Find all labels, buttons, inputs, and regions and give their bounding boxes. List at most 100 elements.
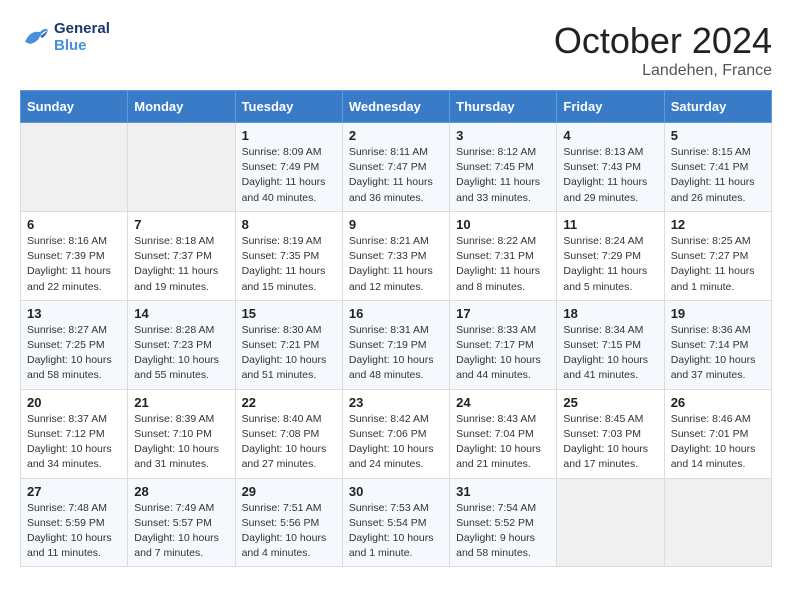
- day-number: 23: [349, 395, 443, 410]
- day-info: Sunrise: 8:25 AMSunset: 7:27 PMDaylight:…: [671, 235, 755, 293]
- calendar-cell: 22 Sunrise: 8:40 AMSunset: 7:08 PMDayligh…: [235, 389, 342, 478]
- day-info: Sunrise: 8:37 AMSunset: 7:12 PMDaylight:…: [27, 413, 112, 471]
- day-number: 25: [563, 395, 657, 410]
- calendar-table: SundayMondayTuesdayWednesdayThursdayFrid…: [20, 90, 772, 567]
- calendar-cell: 7 Sunrise: 8:18 AMSunset: 7:37 PMDaylight…: [128, 211, 235, 300]
- calendar-cell: 18Sunrise: 8:34 AMSunset: 7:15 PMDayligh…: [557, 300, 664, 389]
- calendar-header-monday: Monday: [128, 91, 235, 123]
- day-info: Sunrise: 7:49 AMSunset: 5:57 PMDaylight:…: [134, 502, 219, 560]
- logo: General Blue: [20, 20, 110, 54]
- day-info: Sunrise: 7:53 AMSunset: 5:54 PMDaylight:…: [349, 502, 434, 560]
- day-info: Sunrise: 7:48 AMSunset: 5:59 PMDaylight:…: [27, 502, 112, 560]
- calendar-cell: 17 Sunrise: 8:33 AMSunset: 7:17 PMDayligh…: [450, 300, 557, 389]
- day-number: 24: [456, 395, 550, 410]
- calendar-cell: 21Sunrise: 8:39 AMSunset: 7:10 PMDayligh…: [128, 389, 235, 478]
- calendar-cell: 8 Sunrise: 8:19 AMSunset: 7:35 PMDaylight…: [235, 211, 342, 300]
- calendar-week-2: 6 Sunrise: 8:16 AMSunset: 7:39 PMDaylight…: [21, 211, 772, 300]
- calendar-cell: 20 Sunrise: 8:37 AMSunset: 7:12 PMDayligh…: [21, 389, 128, 478]
- calendar-cell: 23 Sunrise: 8:42 AMSunset: 7:06 PMDayligh…: [342, 389, 449, 478]
- day-info: Sunrise: 8:28 AMSunset: 7:23 PMDaylight:…: [134, 324, 219, 382]
- calendar-cell: [557, 478, 664, 567]
- calendar-header-thursday: Thursday: [450, 91, 557, 123]
- day-info: Sunrise: 7:54 AMSunset: 5:52 PMDaylight:…: [456, 502, 536, 560]
- day-number: 3: [456, 128, 550, 143]
- day-number: 17: [456, 306, 550, 321]
- calendar-cell: 15 Sunrise: 8:30 AMSunset: 7:21 PMDayligh…: [235, 300, 342, 389]
- calendar-cell: 13 Sunrise: 8:27 AMSunset: 7:25 PMDayligh…: [21, 300, 128, 389]
- calendar-week-4: 20 Sunrise: 8:37 AMSunset: 7:12 PMDayligh…: [21, 389, 772, 478]
- calendar-body: 1 Sunrise: 8:09 AMSunset: 7:49 PMDaylight…: [21, 123, 772, 567]
- day-number: 28: [134, 484, 228, 499]
- calendar-cell: 1 Sunrise: 8:09 AMSunset: 7:49 PMDaylight…: [235, 123, 342, 212]
- calendar-week-3: 13 Sunrise: 8:27 AMSunset: 7:25 PMDayligh…: [21, 300, 772, 389]
- calendar-cell: 19 Sunrise: 8:36 AMSunset: 7:14 PMDayligh…: [664, 300, 771, 389]
- day-number: 11: [563, 217, 657, 232]
- calendar-cell: 24 Sunrise: 8:43 AMSunset: 7:04 PMDayligh…: [450, 389, 557, 478]
- day-info: Sunrise: 8:43 AMSunset: 7:04 PMDaylight:…: [456, 413, 541, 471]
- day-number: 2: [349, 128, 443, 143]
- calendar-cell: 3 Sunrise: 8:12 AMSunset: 7:45 PMDaylight…: [450, 123, 557, 212]
- day-number: 22: [242, 395, 336, 410]
- day-number: 10: [456, 217, 550, 232]
- day-info: Sunrise: 8:42 AMSunset: 7:06 PMDaylight:…: [349, 413, 434, 471]
- logo-text: General Blue: [54, 20, 110, 54]
- day-info: Sunrise: 8:15 AMSunset: 7:41 PMDaylight:…: [671, 146, 755, 204]
- calendar-week-1: 1 Sunrise: 8:09 AMSunset: 7:49 PMDaylight…: [21, 123, 772, 212]
- calendar-cell: 31 Sunrise: 7:54 AMSunset: 5:52 PMDayligh…: [450, 478, 557, 567]
- day-info: Sunrise: 8:24 AMSunset: 7:29 PMDaylight:…: [563, 235, 647, 293]
- day-number: 9: [349, 217, 443, 232]
- calendar-cell: 10Sunrise: 8:22 AMSunset: 7:31 PMDayligh…: [450, 211, 557, 300]
- day-number: 1: [242, 128, 336, 143]
- calendar-cell: [128, 123, 235, 212]
- day-info: Sunrise: 8:45 AMSunset: 7:03 PMDaylight:…: [563, 413, 648, 471]
- day-number: 30: [349, 484, 443, 499]
- calendar-cell: 5 Sunrise: 8:15 AMSunset: 7:41 PMDaylight…: [664, 123, 771, 212]
- day-number: 6: [27, 217, 121, 232]
- day-info: Sunrise: 8:27 AMSunset: 7:25 PMDaylight:…: [27, 324, 112, 382]
- day-number: 14: [134, 306, 228, 321]
- day-info: Sunrise: 8:19 AMSunset: 7:35 PMDaylight:…: [242, 235, 326, 293]
- day-info: Sunrise: 8:30 AMSunset: 7:21 PMDaylight:…: [242, 324, 327, 382]
- calendar-header-row: SundayMondayTuesdayWednesdayThursdayFrid…: [21, 91, 772, 123]
- day-info: Sunrise: 8:39 AMSunset: 7:10 PMDaylight:…: [134, 413, 219, 471]
- calendar-cell: 27 Sunrise: 7:48 AMSunset: 5:59 PMDayligh…: [21, 478, 128, 567]
- day-info: Sunrise: 8:12 AMSunset: 7:45 PMDaylight:…: [456, 146, 540, 204]
- calendar-cell: 26Sunrise: 8:46 AMSunset: 7:01 PMDayligh…: [664, 389, 771, 478]
- day-number: 5: [671, 128, 765, 143]
- calendar-cell: [21, 123, 128, 212]
- month-title: October 2024: [554, 20, 772, 62]
- day-number: 31: [456, 484, 550, 499]
- calendar-header-wednesday: Wednesday: [342, 91, 449, 123]
- day-number: 13: [27, 306, 121, 321]
- day-info: Sunrise: 8:11 AMSunset: 7:47 PMDaylight:…: [349, 146, 433, 204]
- day-number: 4: [563, 128, 657, 143]
- calendar-cell: 2 Sunrise: 8:11 AMSunset: 7:47 PMDaylight…: [342, 123, 449, 212]
- day-info: Sunrise: 7:51 AMSunset: 5:56 PMDaylight:…: [242, 502, 327, 560]
- calendar-week-5: 27 Sunrise: 7:48 AMSunset: 5:59 PMDayligh…: [21, 478, 772, 567]
- day-number: 7: [134, 217, 228, 232]
- day-info: Sunrise: 8:31 AMSunset: 7:19 PMDaylight:…: [349, 324, 434, 382]
- day-info: Sunrise: 8:36 AMSunset: 7:14 PMDaylight:…: [671, 324, 756, 382]
- calendar-header-tuesday: Tuesday: [235, 91, 342, 123]
- day-info: Sunrise: 8:16 AMSunset: 7:39 PMDaylight:…: [27, 235, 111, 293]
- day-info: Sunrise: 8:46 AMSunset: 7:01 PMDaylight:…: [671, 413, 756, 471]
- logo-icon: [20, 22, 50, 52]
- day-number: 8: [242, 217, 336, 232]
- day-number: 20: [27, 395, 121, 410]
- day-info: Sunrise: 8:09 AMSunset: 7:49 PMDaylight:…: [242, 146, 326, 204]
- day-info: Sunrise: 8:40 AMSunset: 7:08 PMDaylight:…: [242, 413, 327, 471]
- calendar-header-friday: Friday: [557, 91, 664, 123]
- calendar-header-saturday: Saturday: [664, 91, 771, 123]
- day-number: 29: [242, 484, 336, 499]
- calendar-cell: 4Sunrise: 8:13 AMSunset: 7:43 PMDaylight…: [557, 123, 664, 212]
- calendar-cell: 16Sunrise: 8:31 AMSunset: 7:19 PMDayligh…: [342, 300, 449, 389]
- day-number: 19: [671, 306, 765, 321]
- day-number: 27: [27, 484, 121, 499]
- day-info: Sunrise: 8:18 AMSunset: 7:37 PMDaylight:…: [134, 235, 218, 293]
- day-number: 15: [242, 306, 336, 321]
- calendar-header-sunday: Sunday: [21, 91, 128, 123]
- day-info: Sunrise: 8:33 AMSunset: 7:17 PMDaylight:…: [456, 324, 541, 382]
- location: Landehen, France: [554, 62, 772, 80]
- calendar-cell: [664, 478, 771, 567]
- calendar-cell: 28 Sunrise: 7:49 AMSunset: 5:57 PMDayligh…: [128, 478, 235, 567]
